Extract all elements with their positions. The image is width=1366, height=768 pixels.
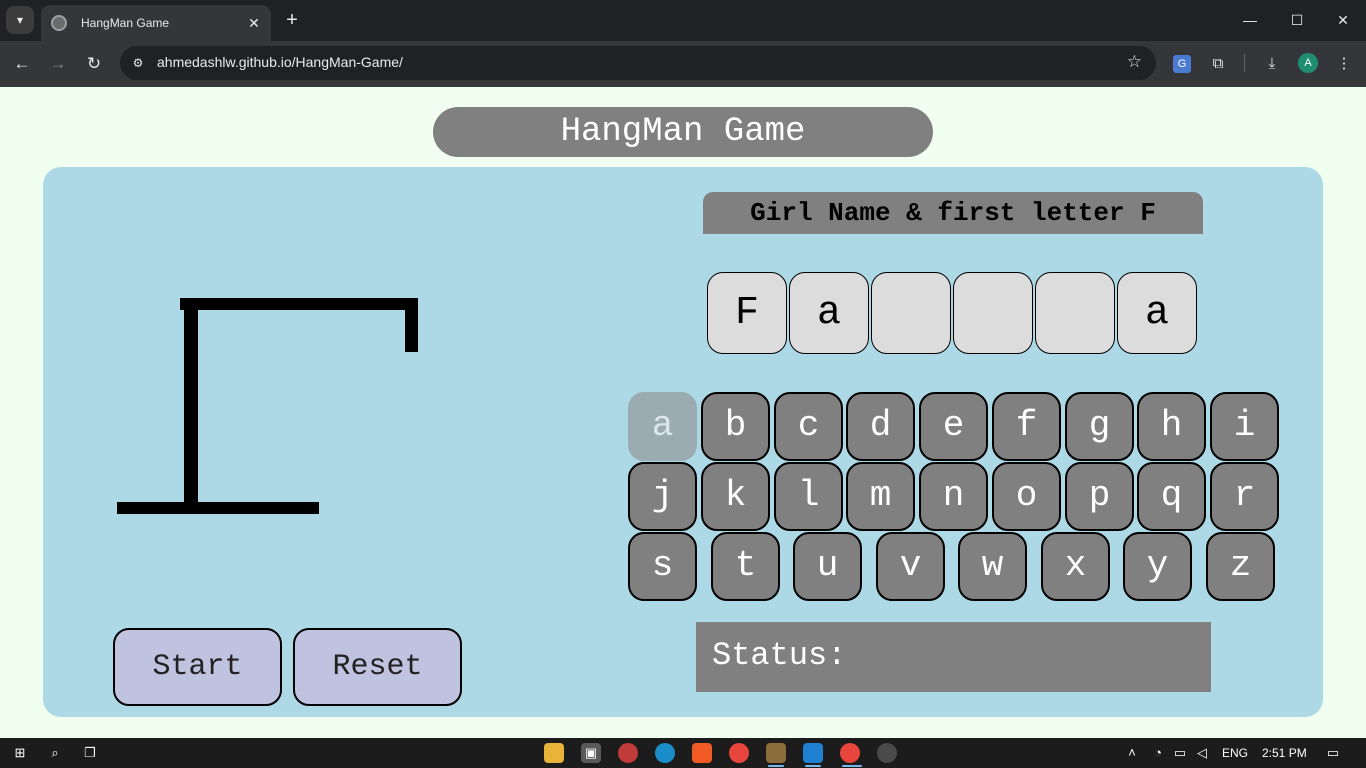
word-letter-2: a <box>789 272 869 354</box>
git-icon[interactable] <box>766 743 786 763</box>
language-indicator[interactable]: ENG <box>1222 746 1248 760</box>
letter-key-v[interactable]: v <box>876 532 945 601</box>
chrome-icon[interactable] <box>729 743 749 763</box>
reload-icon[interactable]: ↻ <box>82 52 106 76</box>
active-indicator <box>805 765 821 767</box>
page-title: HangMan Game <box>433 107 933 157</box>
new-tab-icon[interactable]: + <box>282 9 302 31</box>
vscode-icon[interactable] <box>803 743 823 763</box>
letter-key-b[interactable]: b <box>701 392 770 461</box>
back-icon[interactable]: ← <box>10 52 34 76</box>
letter-key-s[interactable]: s <box>628 532 697 601</box>
letter-key-p[interactable]: p <box>1065 462 1134 531</box>
letter-key-y[interactable]: y <box>1123 532 1192 601</box>
letter-key-i[interactable]: i <box>1210 392 1279 461</box>
active-indicator <box>842 765 862 767</box>
start-button[interactable]: Start <box>113 628 282 706</box>
letter-key-o[interactable]: o <box>992 462 1061 531</box>
download-icon[interactable]: ⤓ <box>1260 52 1284 76</box>
reset-button[interactable]: Reset <box>293 628 462 706</box>
letter-key-m[interactable]: m <box>846 462 915 531</box>
slack-icon[interactable] <box>877 743 897 763</box>
menu-icon[interactable]: ⋮ <box>1332 52 1356 76</box>
search-icon[interactable]: ⌕ <box>45 743 65 763</box>
word-letter-6: a <box>1117 272 1197 354</box>
volume-icon[interactable]: ◁ <box>1192 743 1212 763</box>
word-slots: F a a <box>707 272 1199 354</box>
word-letter-5 <box>1035 272 1115 354</box>
globe-icon <box>51 15 67 31</box>
letter-key-k[interactable]: k <box>701 462 770 531</box>
network-icon[interactable]: ◔ <box>1148 743 1168 763</box>
letter-key-f[interactable]: f <box>992 392 1061 461</box>
translate-icon[interactable]: G <box>1173 55 1191 73</box>
active-indicator <box>768 765 784 767</box>
letter-key-l[interactable]: l <box>774 462 843 531</box>
site-info-icon[interactable]: ⚙ <box>128 53 148 73</box>
battery-icon[interactable]: ▭ <box>1170 743 1190 763</box>
letter-key-a[interactable]: a <box>628 392 697 461</box>
tab-search-icon[interactable]: ▾ <box>6 6 34 34</box>
profile-avatar[interactable]: A <box>1298 53 1318 73</box>
letter-key-u[interactable]: u <box>793 532 862 601</box>
task-view-icon[interactable]: ❐ <box>80 743 100 763</box>
windows-start-icon[interactable]: ⊞ <box>10 743 30 763</box>
window-close-icon[interactable]: ✕ <box>1331 8 1355 32</box>
chevron-up-icon[interactable]: ˄ <box>1122 743 1142 763</box>
letter-key-c[interactable]: c <box>774 392 843 461</box>
chrome-active-icon[interactable] <box>840 743 860 763</box>
letter-key-x[interactable]: x <box>1041 532 1110 601</box>
brave-icon[interactable] <box>692 743 712 763</box>
close-icon[interactable]: ✕ <box>245 14 263 32</box>
word-letter-1: F <box>707 272 787 354</box>
letter-key-z[interactable]: z <box>1206 532 1275 601</box>
gallows-drawing <box>117 298 418 514</box>
letter-key-d[interactable]: d <box>846 392 915 461</box>
url-text[interactable]: ahmedashlw.github.io/HangMan-Game/ <box>157 54 403 70</box>
media-app-icon[interactable] <box>618 743 638 763</box>
file-explorer-icon[interactable] <box>544 743 564 763</box>
browser-tab[interactable]: HangMan Game ✕ <box>41 5 271 41</box>
forward-icon[interactable]: → <box>46 52 70 76</box>
minimize-icon[interactable]: — <box>1238 8 1262 32</box>
notification-icon[interactable]: ▭ <box>1323 743 1343 763</box>
word-letter-3 <box>871 272 951 354</box>
letter-key-r[interactable]: r <box>1210 462 1279 531</box>
maximize-icon[interactable]: ☐ <box>1285 8 1309 32</box>
category-hint: Girl Name & first letter F <box>703 192 1203 234</box>
status-box: Status: <box>696 622 1211 692</box>
edge-icon[interactable] <box>655 743 675 763</box>
browser-tab-bar: ▾ HangMan Game ✕ + — ☐ ✕ <box>0 0 1366 41</box>
letter-key-n[interactable]: n <box>919 462 988 531</box>
letter-key-w[interactable]: w <box>958 532 1027 601</box>
status-label: Status: <box>712 637 847 674</box>
letter-key-j[interactable]: j <box>628 462 697 531</box>
letter-key-t[interactable]: t <box>711 532 780 601</box>
letter-key-q[interactable]: q <box>1137 462 1206 531</box>
word-letter-4 <box>953 272 1033 354</box>
letter-key-h[interactable]: h <box>1137 392 1206 461</box>
gallows-base <box>117 502 319 514</box>
address-bar[interactable]: ⚙ ahmedashlw.github.io/HangMan-Game/ ☆ <box>120 46 1156 80</box>
letter-key-g[interactable]: g <box>1065 392 1134 461</box>
gallows-beam <box>180 298 418 310</box>
store-icon[interactable]: ▣ <box>581 743 601 763</box>
star-icon[interactable]: ☆ <box>1127 52 1142 72</box>
browser-toolbar: ← → ↻ ⚙ ahmedashlw.github.io/HangMan-Gam… <box>0 41 1366 87</box>
letter-key-e[interactable]: e <box>919 392 988 461</box>
gallows-pole <box>184 298 198 508</box>
tab-title: HangMan Game <box>81 16 170 30</box>
extensions-icon[interactable]: ⧉ <box>1206 52 1230 76</box>
windows-taskbar: ⊞ ⌕ ❐ ▣ ˄ ◔ ▭ ◁ ENG 2:51 PM ▭ <box>0 738 1366 768</box>
gallows-rope <box>405 298 418 352</box>
toolbar-divider <box>1244 54 1245 72</box>
clock[interactable]: 2:51 PM <box>1262 746 1307 760</box>
